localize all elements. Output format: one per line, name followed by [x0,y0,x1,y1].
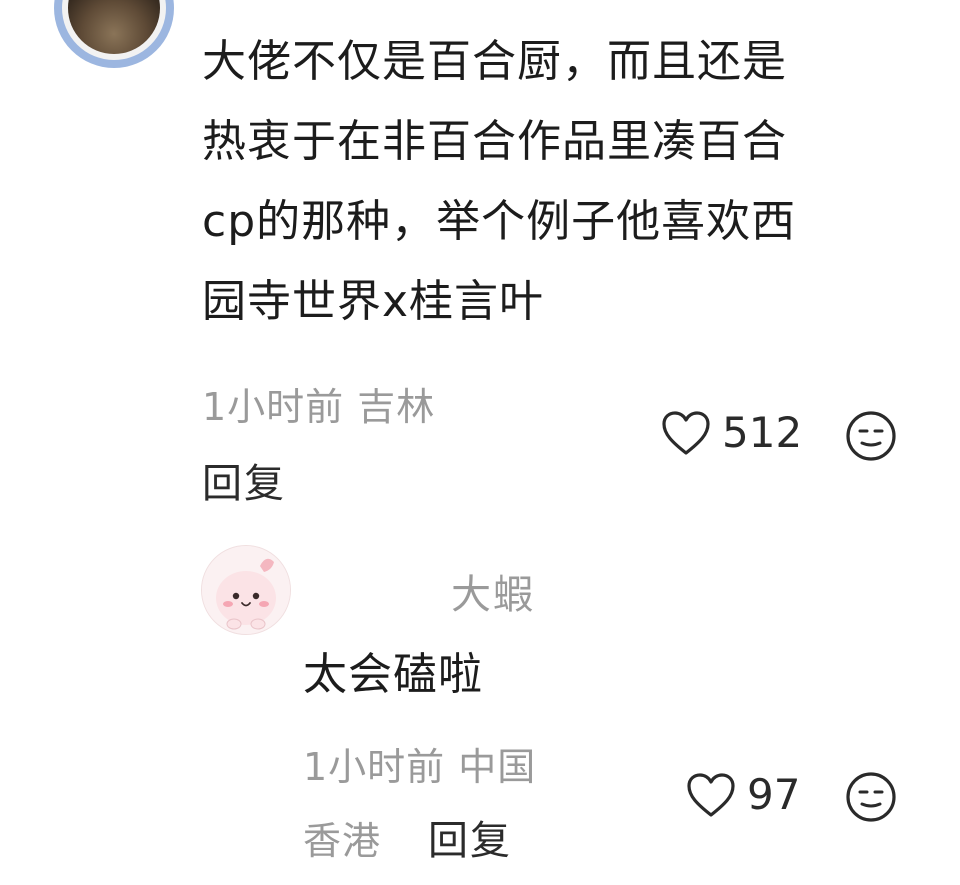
avatar-frame [62,0,166,60]
heart-outline-icon [662,410,710,455]
reply-body: 太会磕啦 [303,649,483,700]
comment-line: 热衷于在非百合作品里凑百合 [202,116,787,167]
comment-line: cp的那种，举个例子他喜欢西 [202,196,797,247]
heart-outline-icon [687,772,735,817]
reply-username[interactable]: 大蝦 [451,562,535,620]
comment-like-count: 512 [722,408,803,457]
commenter-avatar[interactable] [54,0,174,68]
comment-reply-button[interactable]: 回复 [202,451,286,509]
reply-like-count: 97 [747,770,801,819]
comment-dislike-button[interactable] [845,410,897,462]
reply-time-location: 1小时前 中国 [303,745,537,789]
comment-like-button[interactable]: 512 [660,408,802,457]
cartoon-avatar-icon [202,546,290,634]
comment-thread: 大佬不仅是百合厨，而且还是 热衷于在非百合作品里凑百合 cp的那种，举个例子他喜… [0,0,960,885]
reply-avatar[interactable] [201,545,291,635]
unamused-face-icon [846,411,896,461]
unamused-face-icon [846,772,896,822]
reply-location-continued: 香港 [303,819,382,863]
reply-reply-button[interactable]: 回复 [428,808,512,866]
comment-line: 园寺世界x桂言叶 [202,276,545,327]
reply-dislike-button[interactable] [845,771,897,823]
comment-line: 大佬不仅是百合厨，而且还是 [202,36,787,87]
comment-body: 大佬不仅是百合厨，而且还是 热衷于在非百合作品里凑百合 cp的那种，举个例子他喜… [202,22,902,342]
cat-photo [68,0,160,54]
comment-time-location: 1小时前 吉林 [202,385,436,429]
reply-like-button[interactable]: 97 [685,770,800,819]
